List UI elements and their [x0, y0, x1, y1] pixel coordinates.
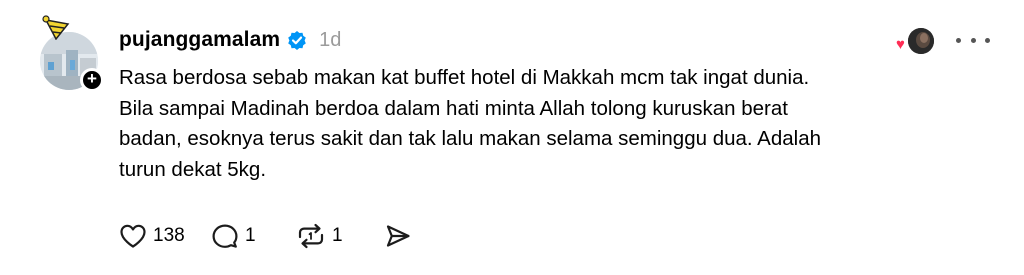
verified-badge-icon: [288, 31, 306, 50]
post-header: pujanggamalam 1d: [119, 26, 341, 54]
party-hat-icon: [42, 15, 70, 40]
repost-count: 1: [332, 225, 343, 246]
follow-plus-button[interactable]: +: [80, 68, 104, 92]
post-actions: 138 1 1: [119, 221, 412, 251]
more-options-button[interactable]: [956, 28, 990, 52]
liker-avatar-photo: [908, 28, 934, 54]
share-button[interactable]: [384, 223, 412, 249]
more-dots-icon: [956, 37, 961, 43]
liker-avatar[interactable]: [908, 28, 934, 54]
thread-post: + pujanggamalam 1d ♥ Rasa berdosa sebab …: [0, 0, 1024, 275]
post-body-line: badan, esoknya terus sakit dan tak lalu …: [119, 127, 821, 150]
repost-button[interactable]: 1: [296, 223, 384, 249]
author-username[interactable]: pujanggamalam: [119, 28, 280, 52]
send-icon: [386, 225, 410, 247]
heart-outline-icon: [120, 224, 146, 248]
repost-arrows-icon: [298, 223, 324, 249]
like-button[interactable]: 138: [119, 223, 211, 249]
post-body: Rasa berdosa sebab makan kat buffet hote…: [119, 63, 979, 185]
like-count: 138: [153, 225, 185, 246]
post-timestamp[interactable]: 1d: [319, 29, 341, 52]
post-body-line: turun dekat 5kg.: [119, 157, 267, 181]
more-dots-icon: [985, 37, 990, 43]
more-dots-icon: [970, 37, 976, 43]
heart-filled-icon: ♥: [896, 36, 905, 53]
reply-count: 1: [245, 225, 256, 246]
reply-button[interactable]: 1: [211, 223, 296, 249]
post-body-line: Bila sampai Madinah berdoa dalam hati mi…: [119, 96, 788, 120]
post-body-line: Rasa berdosa sebab makan kat buffet hote…: [119, 66, 810, 89]
author-avatar-container[interactable]: +: [40, 15, 104, 92]
speech-bubble-icon: [212, 224, 238, 248]
